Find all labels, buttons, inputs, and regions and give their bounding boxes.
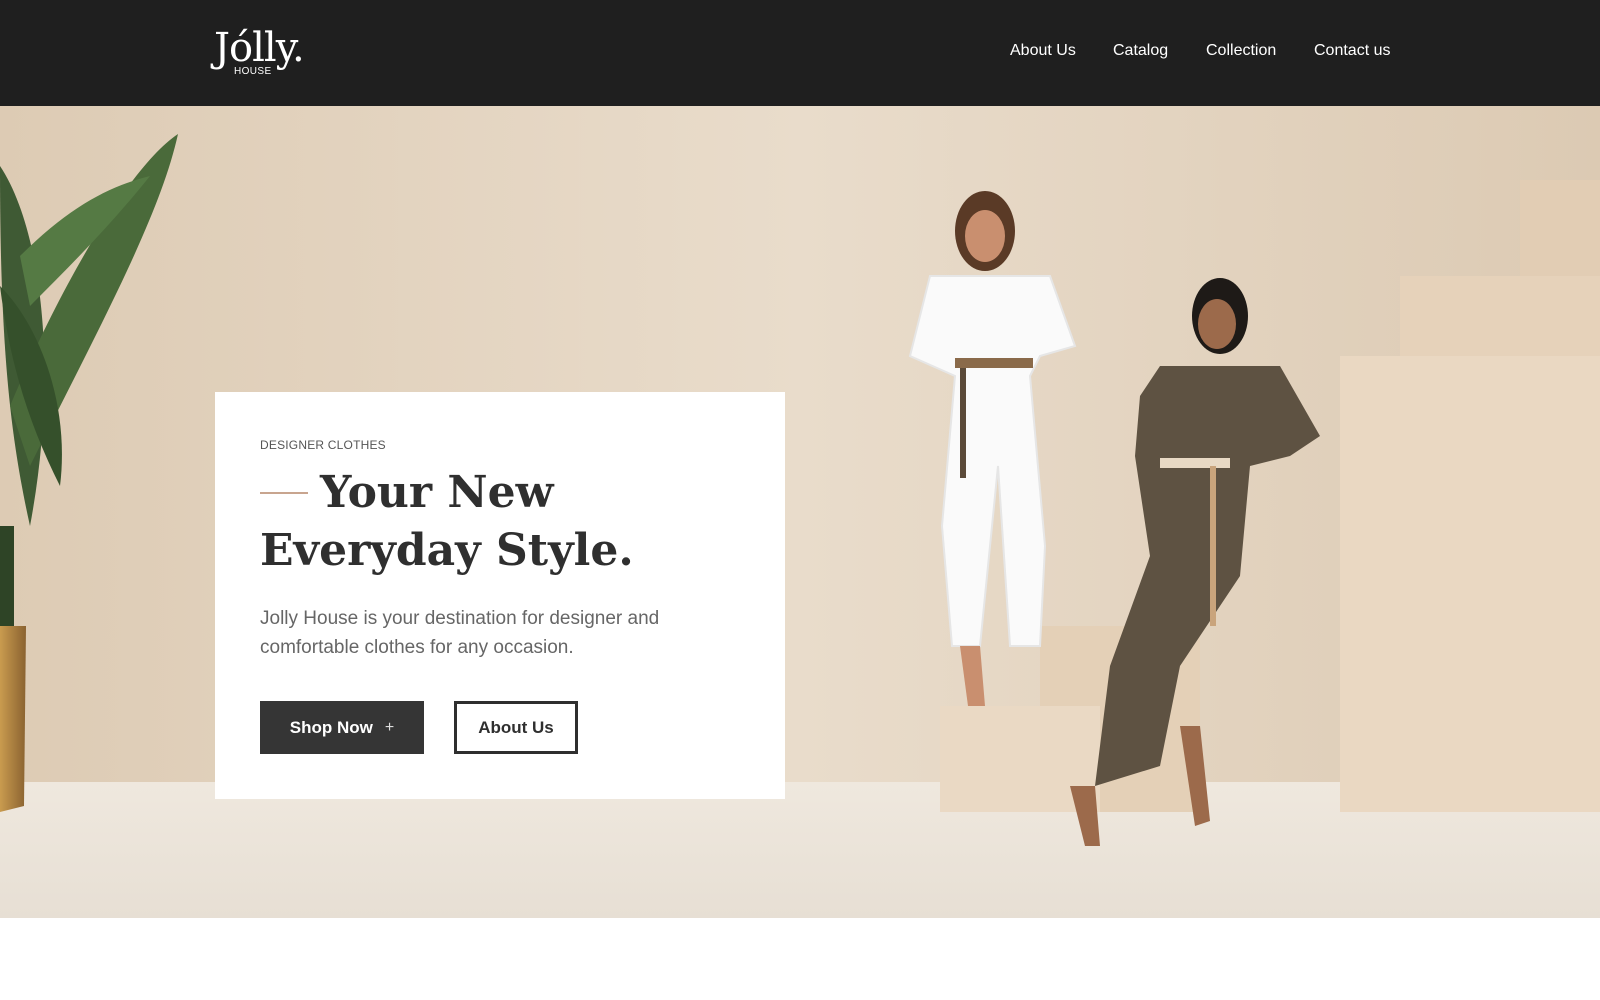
- shop-now-label: Shop Now: [289, 717, 373, 737]
- eyebrow-label: DESIGNER CLOTHES: [260, 438, 386, 452]
- hero-lead: Jolly House is your destination for desi…: [260, 608, 660, 658]
- nav-collection[interactable]: Collection: [1206, 42, 1276, 60]
- accent-dash: [260, 491, 308, 494]
- site-header: Jólly. HOUSE About Us Catalog Collection…: [0, 0, 1600, 106]
- nav-about-us[interactable]: About Us: [1010, 42, 1076, 60]
- hero-section: DESIGNER CLOTHES Your New Everyday Style…: [0, 106, 1600, 918]
- brand-logo[interactable]: Jólly. HOUSE: [214, 22, 324, 84]
- shop-now-button[interactable]: Shop Now +: [260, 701, 424, 754]
- nav-catalog[interactable]: Catalog: [1113, 42, 1168, 60]
- hero-card: DESIGNER CLOTHES Your New Everyday Style…: [215, 392, 785, 799]
- plus-icon: +: [384, 718, 395, 736]
- headline-line-1: Your New: [320, 467, 554, 518]
- headline-line-2: Everyday Style.: [260, 525, 634, 576]
- about-us-button[interactable]: About Us: [454, 701, 578, 754]
- logo-subtitle: HOUSE: [234, 66, 272, 77]
- hero-headline: Your New Everyday Style.: [260, 464, 740, 580]
- plant-pot: [0, 626, 26, 812]
- nav-contact-us[interactable]: Contact us: [1314, 42, 1390, 60]
